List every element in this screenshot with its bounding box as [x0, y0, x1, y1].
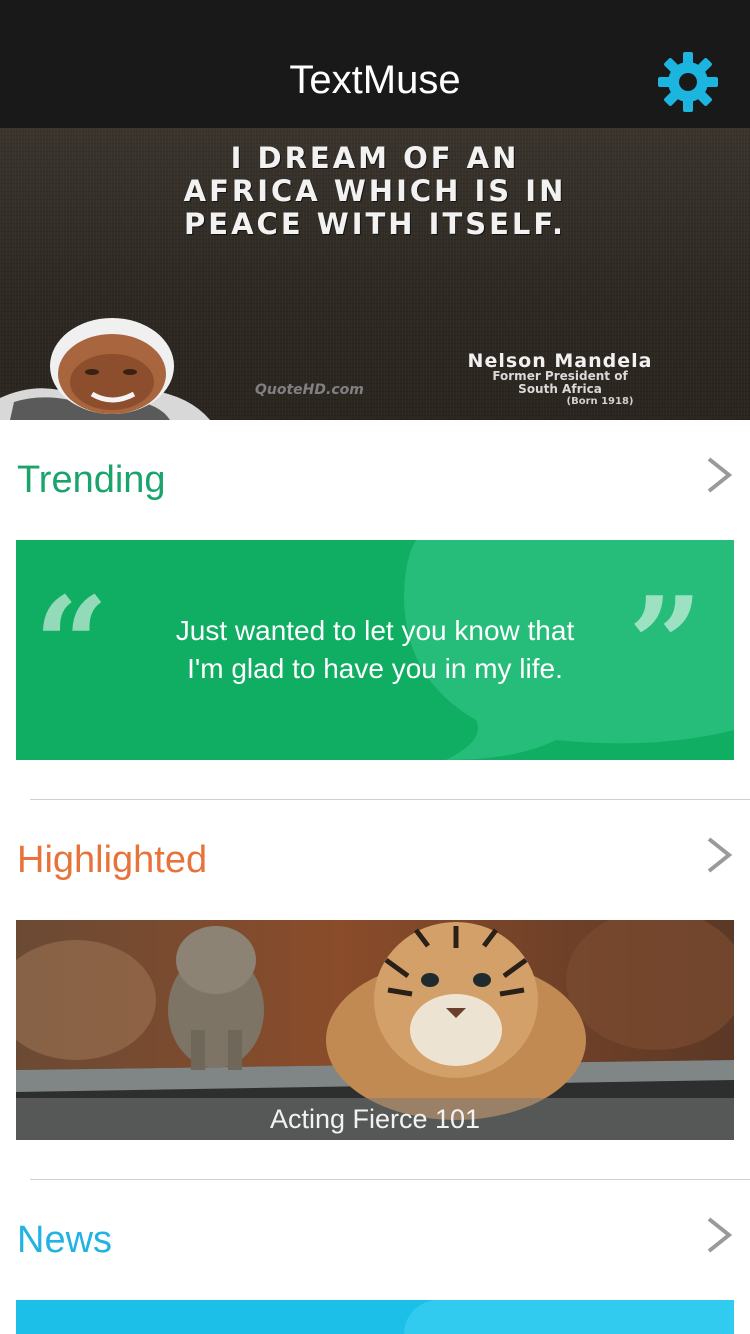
- gear-icon: [658, 52, 718, 112]
- highlighted-image-card[interactable]: Acting Fierce 101: [16, 920, 734, 1140]
- trending-chevron-right-icon[interactable]: [704, 456, 734, 494]
- section-title-trending[interactable]: Trending: [17, 458, 166, 502]
- trending-message-text: Just wanted to let you know that I'm gla…: [175, 615, 575, 684]
- top-bar: TextMuse: [0, 0, 750, 128]
- featured-quote-banner[interactable]: I DREAM OF AN AFRICA WHICH IS IN PEACE W…: [0, 128, 750, 420]
- trending-message-card[interactable]: “ ” Just wanted to let you know that I'm…: [16, 540, 734, 760]
- open-quote-icon: “: [34, 568, 109, 721]
- banner-author-role: Former President of South Africa: [492, 369, 628, 396]
- speech-bubble-background: [404, 1300, 734, 1334]
- highlighted-chevron-right-icon[interactable]: [704, 836, 734, 874]
- section-divider: [30, 799, 750, 800]
- news-card[interactable]: [16, 1300, 734, 1334]
- close-quote-icon: ”: [628, 568, 703, 721]
- portrait-image: [0, 318, 210, 420]
- settings-gear-icon[interactable]: [656, 50, 720, 114]
- banner-author-born: (Born 1918): [566, 396, 634, 407]
- news-chevron-right-icon[interactable]: [704, 1216, 734, 1254]
- section-divider: [30, 1179, 750, 1180]
- banner-watermark: QuoteHD.com: [255, 382, 364, 398]
- banner-quote-text: I DREAM OF AN AFRICA WHICH IS IN PEACE W…: [183, 141, 567, 241]
- section-title-news[interactable]: News: [17, 1218, 112, 1262]
- app-screen: TextMuse I DREAM OF AN AFRICA WHICH IS I…: [0, 0, 750, 1334]
- section-title-highlighted[interactable]: Highlighted: [17, 838, 207, 882]
- highlighted-caption: Acting Fierce 101: [269, 1104, 481, 1134]
- app-title: TextMuse: [289, 58, 461, 102]
